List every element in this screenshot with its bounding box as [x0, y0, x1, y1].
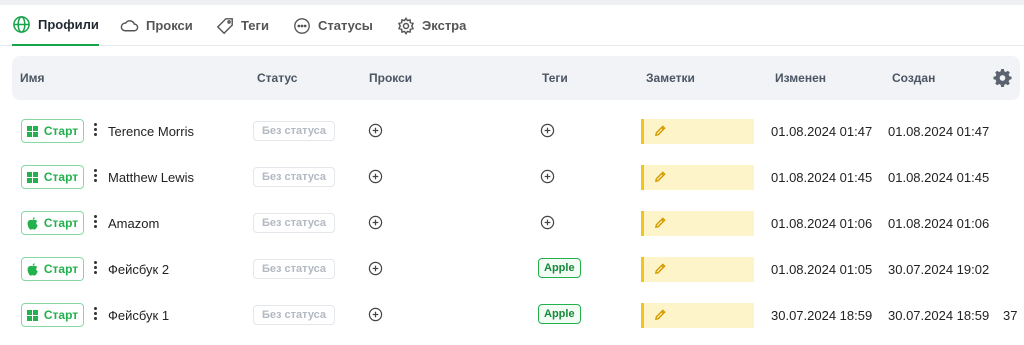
column-header-proxy[interactable]: Прокси	[369, 56, 412, 100]
table-row: Старт Terence Morris Без статуса 01.08.2024…	[0, 110, 1024, 156]
tab-statuses[interactable]: Статусы	[293, 5, 373, 46]
gear-icon	[397, 16, 415, 35]
table-row: Старт Matthew Lewis Без статуса 01.08.2024 …	[0, 156, 1024, 202]
profile-name[interactable]: Фейсбук 1	[108, 308, 169, 323]
pencil-icon	[654, 263, 666, 275]
windows-icon	[26, 171, 38, 183]
add-proxy-icon[interactable]	[368, 307, 383, 322]
start-button[interactable]: Старт	[21, 165, 84, 189]
globe-icon	[13, 16, 30, 33]
tag-badge[interactable]: Apple	[538, 304, 581, 324]
created-date: 30.07.2024 19:02	[888, 262, 990, 277]
profile-name[interactable]: Terence Morris	[108, 124, 194, 139]
pencil-icon	[654, 125, 666, 137]
column-header-status[interactable]: Статус	[257, 56, 297, 100]
status-badge[interactable]: Без статуса	[253, 259, 336, 279]
modified-date: 01.08.2024 01:45	[771, 170, 873, 185]
profile-name[interactable]: Matthew Lewis	[108, 170, 194, 185]
row-menu-icon[interactable]	[91, 122, 99, 140]
row-menu-icon[interactable]	[91, 260, 99, 278]
tab-bar: Профили Прокси Теги Статусы Экстра	[0, 5, 1024, 46]
table-header: Имя Статус Прокси Теги Заметки Изменен С…	[12, 56, 1020, 100]
column-settings-gear-icon[interactable]	[993, 68, 1012, 87]
created-date: 01.08.2024 01:45	[888, 170, 990, 185]
column-header-created[interactable]: Создан	[892, 56, 935, 100]
pencil-icon	[654, 309, 666, 321]
cloud-icon	[120, 20, 139, 32]
tag-icon	[216, 17, 233, 34]
table-row: Старт Фейсбук 1 Без статуса Apple 30.07.2024…	[0, 294, 1024, 340]
add-tag-icon[interactable]	[540, 215, 555, 230]
start-button-label: Старт	[43, 170, 79, 184]
start-button-label: Старт	[43, 308, 79, 322]
apple-icon	[27, 262, 38, 276]
table-row: Старт Фейсбук 2 Без статуса Apple 01.08.2024…	[0, 248, 1024, 294]
table-row: Старт Amazom Без статуса 01.08.2024 01:06 01…	[0, 202, 1024, 248]
tab-label: Экстра	[422, 18, 467, 33]
pencil-icon	[654, 217, 666, 229]
column-header-modified[interactable]: Изменен	[775, 56, 826, 100]
start-button-label: Старт	[43, 124, 79, 138]
modified-date: 30.07.2024 18:59	[771, 308, 873, 323]
column-header-notes[interactable]: Заметки	[646, 56, 695, 100]
row-menu-icon[interactable]	[91, 306, 99, 324]
notes-cell[interactable]	[641, 303, 754, 328]
extra-value: 37	[1003, 308, 1018, 323]
modified-date: 01.08.2024 01:47	[771, 124, 873, 139]
add-proxy-icon[interactable]	[368, 261, 383, 276]
created-date: 30.07.2024 18:59	[888, 308, 990, 323]
dots-circle-icon	[294, 17, 310, 34]
start-button[interactable]: Старт	[21, 303, 84, 327]
notes-cell[interactable]	[641, 165, 754, 190]
status-badge[interactable]: Без статуса	[253, 305, 336, 325]
modified-date: 01.08.2024 01:05	[771, 262, 873, 277]
tab-label: Прокси	[146, 18, 193, 33]
windows-icon	[26, 125, 38, 137]
add-tag-icon[interactable]	[540, 123, 555, 138]
tab-tags[interactable]: Теги	[216, 5, 269, 46]
windows-icon	[26, 309, 38, 321]
add-proxy-icon[interactable]	[368, 169, 383, 184]
tab-extra[interactable]: Экстра	[397, 5, 466, 46]
tab-label: Статусы	[318, 18, 373, 33]
start-button[interactable]: Старт	[21, 257, 84, 281]
notes-cell[interactable]	[641, 119, 754, 144]
created-date: 01.08.2024 01:47	[888, 124, 990, 139]
start-button[interactable]: Старт	[21, 211, 84, 235]
tab-profiles[interactable]: Профили	[12, 5, 99, 46]
start-button-label: Старт	[43, 216, 79, 230]
add-proxy-icon[interactable]	[368, 123, 383, 138]
column-header-tags[interactable]: Теги	[542, 56, 568, 100]
tab-label: Теги	[241, 18, 269, 33]
notes-cell[interactable]	[641, 211, 754, 236]
start-button[interactable]: Старт	[21, 119, 84, 143]
status-badge[interactable]: Без статуса	[253, 167, 336, 187]
column-header-name[interactable]: Имя	[20, 56, 45, 100]
pencil-icon	[654, 171, 666, 183]
start-button-label: Старт	[43, 262, 79, 276]
status-badge[interactable]: Без статуса	[253, 213, 336, 233]
add-proxy-icon[interactable]	[368, 215, 383, 230]
tab-proxies[interactable]: Прокси	[120, 5, 193, 46]
notes-cell[interactable]	[641, 257, 754, 282]
profile-name[interactable]: Amazom	[108, 216, 159, 231]
status-badge[interactable]: Без статуса	[253, 121, 336, 141]
tag-badge[interactable]: Apple	[538, 258, 581, 278]
row-menu-icon[interactable]	[91, 214, 99, 232]
tab-label: Профили	[38, 17, 99, 32]
modified-date: 01.08.2024 01:06	[771, 216, 873, 231]
apple-icon	[27, 216, 38, 230]
profile-name[interactable]: Фейсбук 2	[108, 262, 169, 277]
add-tag-icon[interactable]	[540, 169, 555, 184]
row-menu-icon[interactable]	[91, 168, 99, 186]
created-date: 01.08.2024 01:06	[888, 216, 990, 231]
